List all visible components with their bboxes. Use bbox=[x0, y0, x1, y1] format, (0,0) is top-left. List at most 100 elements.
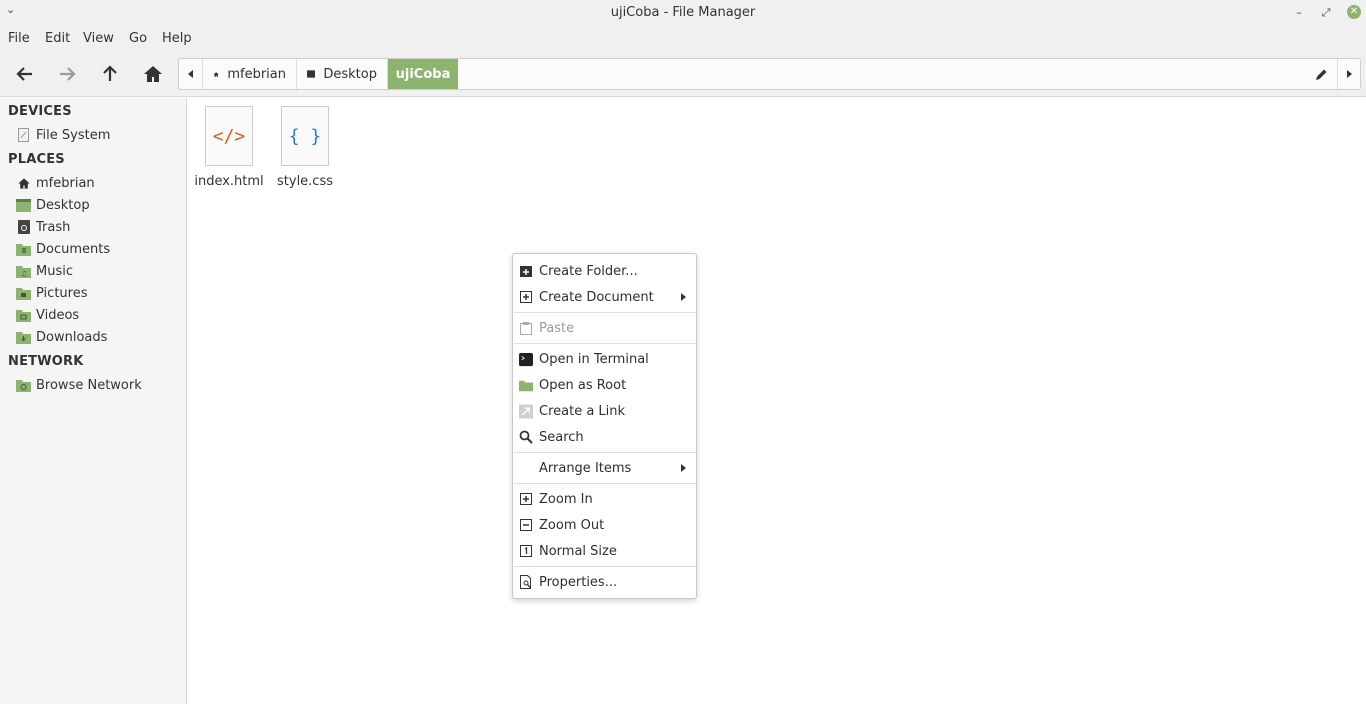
menu-item-label: Properties... bbox=[539, 574, 618, 590]
css-file-icon: { } bbox=[281, 106, 329, 166]
path-scroll-left-button[interactable] bbox=[179, 59, 203, 89]
window-title: ujiCoba - File Manager bbox=[610, 5, 756, 20]
close-button[interactable]: ✕ bbox=[1347, 5, 1361, 19]
file-name: style.css bbox=[277, 174, 333, 189]
menu-bar: File Edit View Go Help bbox=[0, 26, 1366, 52]
menu-file[interactable]: File bbox=[8, 31, 30, 46]
menu-item-zoom-in[interactable]: Zoom In bbox=[513, 487, 696, 511]
menu-item-label: Paste bbox=[539, 320, 575, 336]
normal-size-icon bbox=[519, 544, 533, 558]
triangle-right-icon bbox=[1347, 70, 1352, 78]
home-icon bbox=[144, 66, 162, 82]
home-icon bbox=[16, 176, 31, 191]
svg-text:♫: ♫ bbox=[21, 270, 27, 278]
edit-path-button[interactable] bbox=[1309, 59, 1333, 89]
file-item-index-html[interactable]: </> index.html bbox=[194, 106, 264, 189]
file-view[interactable]: </> index.html { } style.css bbox=[188, 98, 1366, 704]
sidebar-item-browse-network[interactable]: Browse Network bbox=[16, 375, 142, 395]
toolbar: mfebrian Desktop ujiCoba bbox=[0, 52, 1366, 97]
menu-separator bbox=[514, 483, 696, 484]
menu-item-create-document[interactable]: Create Document bbox=[513, 285, 696, 309]
menu-separator bbox=[514, 312, 696, 313]
menu-item-label: Zoom Out bbox=[539, 517, 605, 533]
menu-edit[interactable]: Edit bbox=[45, 31, 70, 46]
path-scroll-right-button[interactable] bbox=[1337, 59, 1361, 89]
videos-folder-icon bbox=[16, 308, 31, 323]
menu-item-create-folder[interactable]: Create Folder... bbox=[513, 259, 696, 283]
maximize-button[interactable]: ⤢ bbox=[1317, 4, 1335, 22]
arrow-left-icon bbox=[16, 67, 32, 81]
menu-item-normal-size[interactable]: Normal Size bbox=[513, 539, 696, 563]
forward-button[interactable] bbox=[54, 61, 80, 87]
menu-separator bbox=[514, 343, 696, 344]
sidebar-item-label: File System bbox=[36, 127, 111, 143]
submenu-arrow-icon bbox=[681, 464, 686, 472]
sidebar-item-label: Pictures bbox=[36, 285, 88, 301]
sidebar-item-label: mfebrian bbox=[36, 175, 95, 191]
up-button[interactable] bbox=[97, 61, 123, 87]
menu-go[interactable]: Go bbox=[129, 31, 147, 46]
sidebar-item-file-system[interactable]: File System bbox=[16, 125, 110, 145]
menu-help[interactable]: Help bbox=[162, 31, 192, 46]
sidebar-item-desktop[interactable]: Desktop bbox=[16, 195, 90, 215]
file-item-style-css[interactable]: { } style.css bbox=[270, 106, 340, 189]
breadcrumb-current[interactable]: ujiCoba bbox=[388, 59, 458, 89]
menu-view[interactable]: View bbox=[83, 31, 114, 46]
menu-item-search[interactable]: Search bbox=[513, 425, 696, 449]
menu-item-open-as-root[interactable]: Open as Root bbox=[513, 373, 696, 397]
sidebar-header-network: NETWORK bbox=[8, 354, 84, 369]
menu-separator bbox=[514, 452, 696, 453]
arrow-up-icon bbox=[103, 65, 117, 81]
menu-item-open-terminal[interactable]: Open in Terminal bbox=[513, 347, 696, 371]
desktop-folder-icon bbox=[307, 70, 316, 78]
sidebar-item-downloads[interactable]: Downloads bbox=[16, 327, 107, 347]
sidebar-item-pictures[interactable]: Pictures bbox=[16, 283, 87, 303]
menu-item-properties[interactable]: Properties... bbox=[513, 570, 696, 594]
breadcrumb-label: mfebrian bbox=[227, 66, 286, 82]
pencil-icon bbox=[1315, 69, 1326, 80]
menu-item-paste[interactable]: Paste bbox=[513, 316, 696, 340]
menu-item-label: Search bbox=[539, 429, 584, 445]
sidebar-item-label: Downloads bbox=[36, 329, 108, 345]
menu-separator bbox=[514, 566, 696, 567]
new-document-icon bbox=[519, 290, 533, 304]
clipboard-icon bbox=[519, 321, 533, 335]
link-icon bbox=[519, 404, 533, 418]
back-button[interactable] bbox=[12, 61, 38, 87]
menu-item-zoom-out[interactable]: Zoom Out bbox=[513, 513, 696, 537]
breadcrumb-home[interactable]: mfebrian bbox=[203, 59, 297, 89]
search-icon bbox=[519, 430, 533, 444]
home-button[interactable] bbox=[140, 61, 166, 87]
zoom-in-icon bbox=[519, 492, 533, 506]
music-folder-icon: ♫ bbox=[16, 264, 31, 279]
sidebar-item-trash[interactable]: Trash bbox=[16, 217, 70, 237]
sidebar-item-label: Desktop bbox=[36, 197, 90, 213]
path-bar: mfebrian Desktop ujiCoba bbox=[178, 58, 1361, 90]
menu-item-create-link[interactable]: Create a Link bbox=[513, 399, 696, 423]
sidebar-item-documents[interactable]: Documents bbox=[16, 239, 110, 259]
menu-item-label: Create Document bbox=[539, 289, 654, 305]
sidebar-item-label: Browse Network bbox=[36, 377, 142, 393]
sidebar: DEVICES File System PLACES mfebrian Desk… bbox=[0, 98, 187, 704]
network-folder-icon bbox=[16, 378, 31, 393]
terminal-icon bbox=[519, 352, 533, 366]
title-bar: ⌄ ujiCoba - File Manager – ⤢ ✕ bbox=[0, 0, 1366, 26]
menu-item-label: Create Folder... bbox=[539, 263, 638, 279]
sidebar-item-videos[interactable]: Videos bbox=[16, 305, 79, 325]
menu-item-label: Zoom In bbox=[539, 491, 593, 507]
pictures-folder-icon bbox=[16, 286, 31, 301]
context-menu: Create Folder... Create Document Paste O… bbox=[512, 253, 697, 599]
properties-icon bbox=[519, 575, 533, 589]
new-folder-icon bbox=[519, 264, 533, 278]
menu-item-label: Open as Root bbox=[539, 377, 627, 393]
folder-icon bbox=[519, 378, 533, 392]
menu-item-arrange-items[interactable]: Arrange Items bbox=[513, 456, 696, 480]
arrow-right-icon bbox=[60, 67, 76, 81]
desktop-folder-icon bbox=[16, 198, 31, 213]
sidebar-item-music[interactable]: ♫ Music bbox=[16, 261, 73, 281]
submenu-arrow-icon bbox=[681, 293, 686, 301]
breadcrumb-desktop[interactable]: Desktop bbox=[297, 59, 388, 89]
minimize-button[interactable]: – bbox=[1290, 4, 1308, 22]
sidebar-item-home[interactable]: mfebrian bbox=[16, 173, 95, 193]
menu-item-label: Create a Link bbox=[539, 403, 626, 419]
